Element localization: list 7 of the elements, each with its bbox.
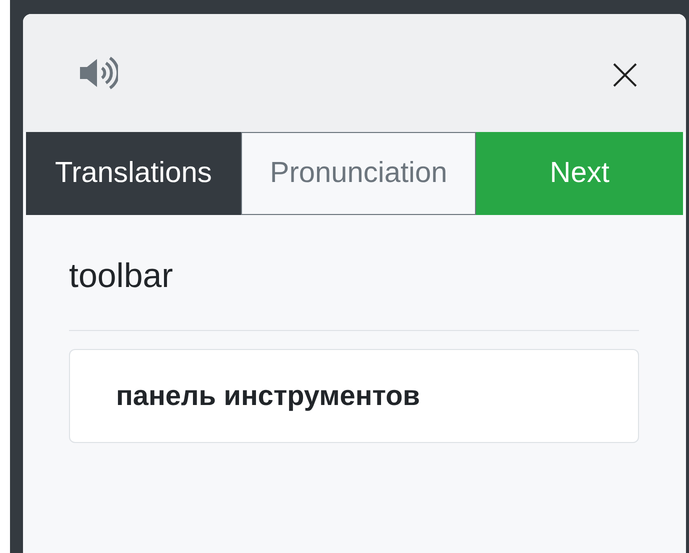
word-heading: toolbar (69, 256, 174, 296)
translation-text: панель инструментов (116, 380, 420, 412)
tab[interactable]: Pronunciation (240, 132, 476, 215)
tab[interactable]: Translations (26, 132, 241, 215)
next-button[interactable]: Next (476, 132, 683, 215)
close-icon[interactable] (612, 62, 638, 88)
speaker-icon[interactable] (78, 56, 118, 90)
